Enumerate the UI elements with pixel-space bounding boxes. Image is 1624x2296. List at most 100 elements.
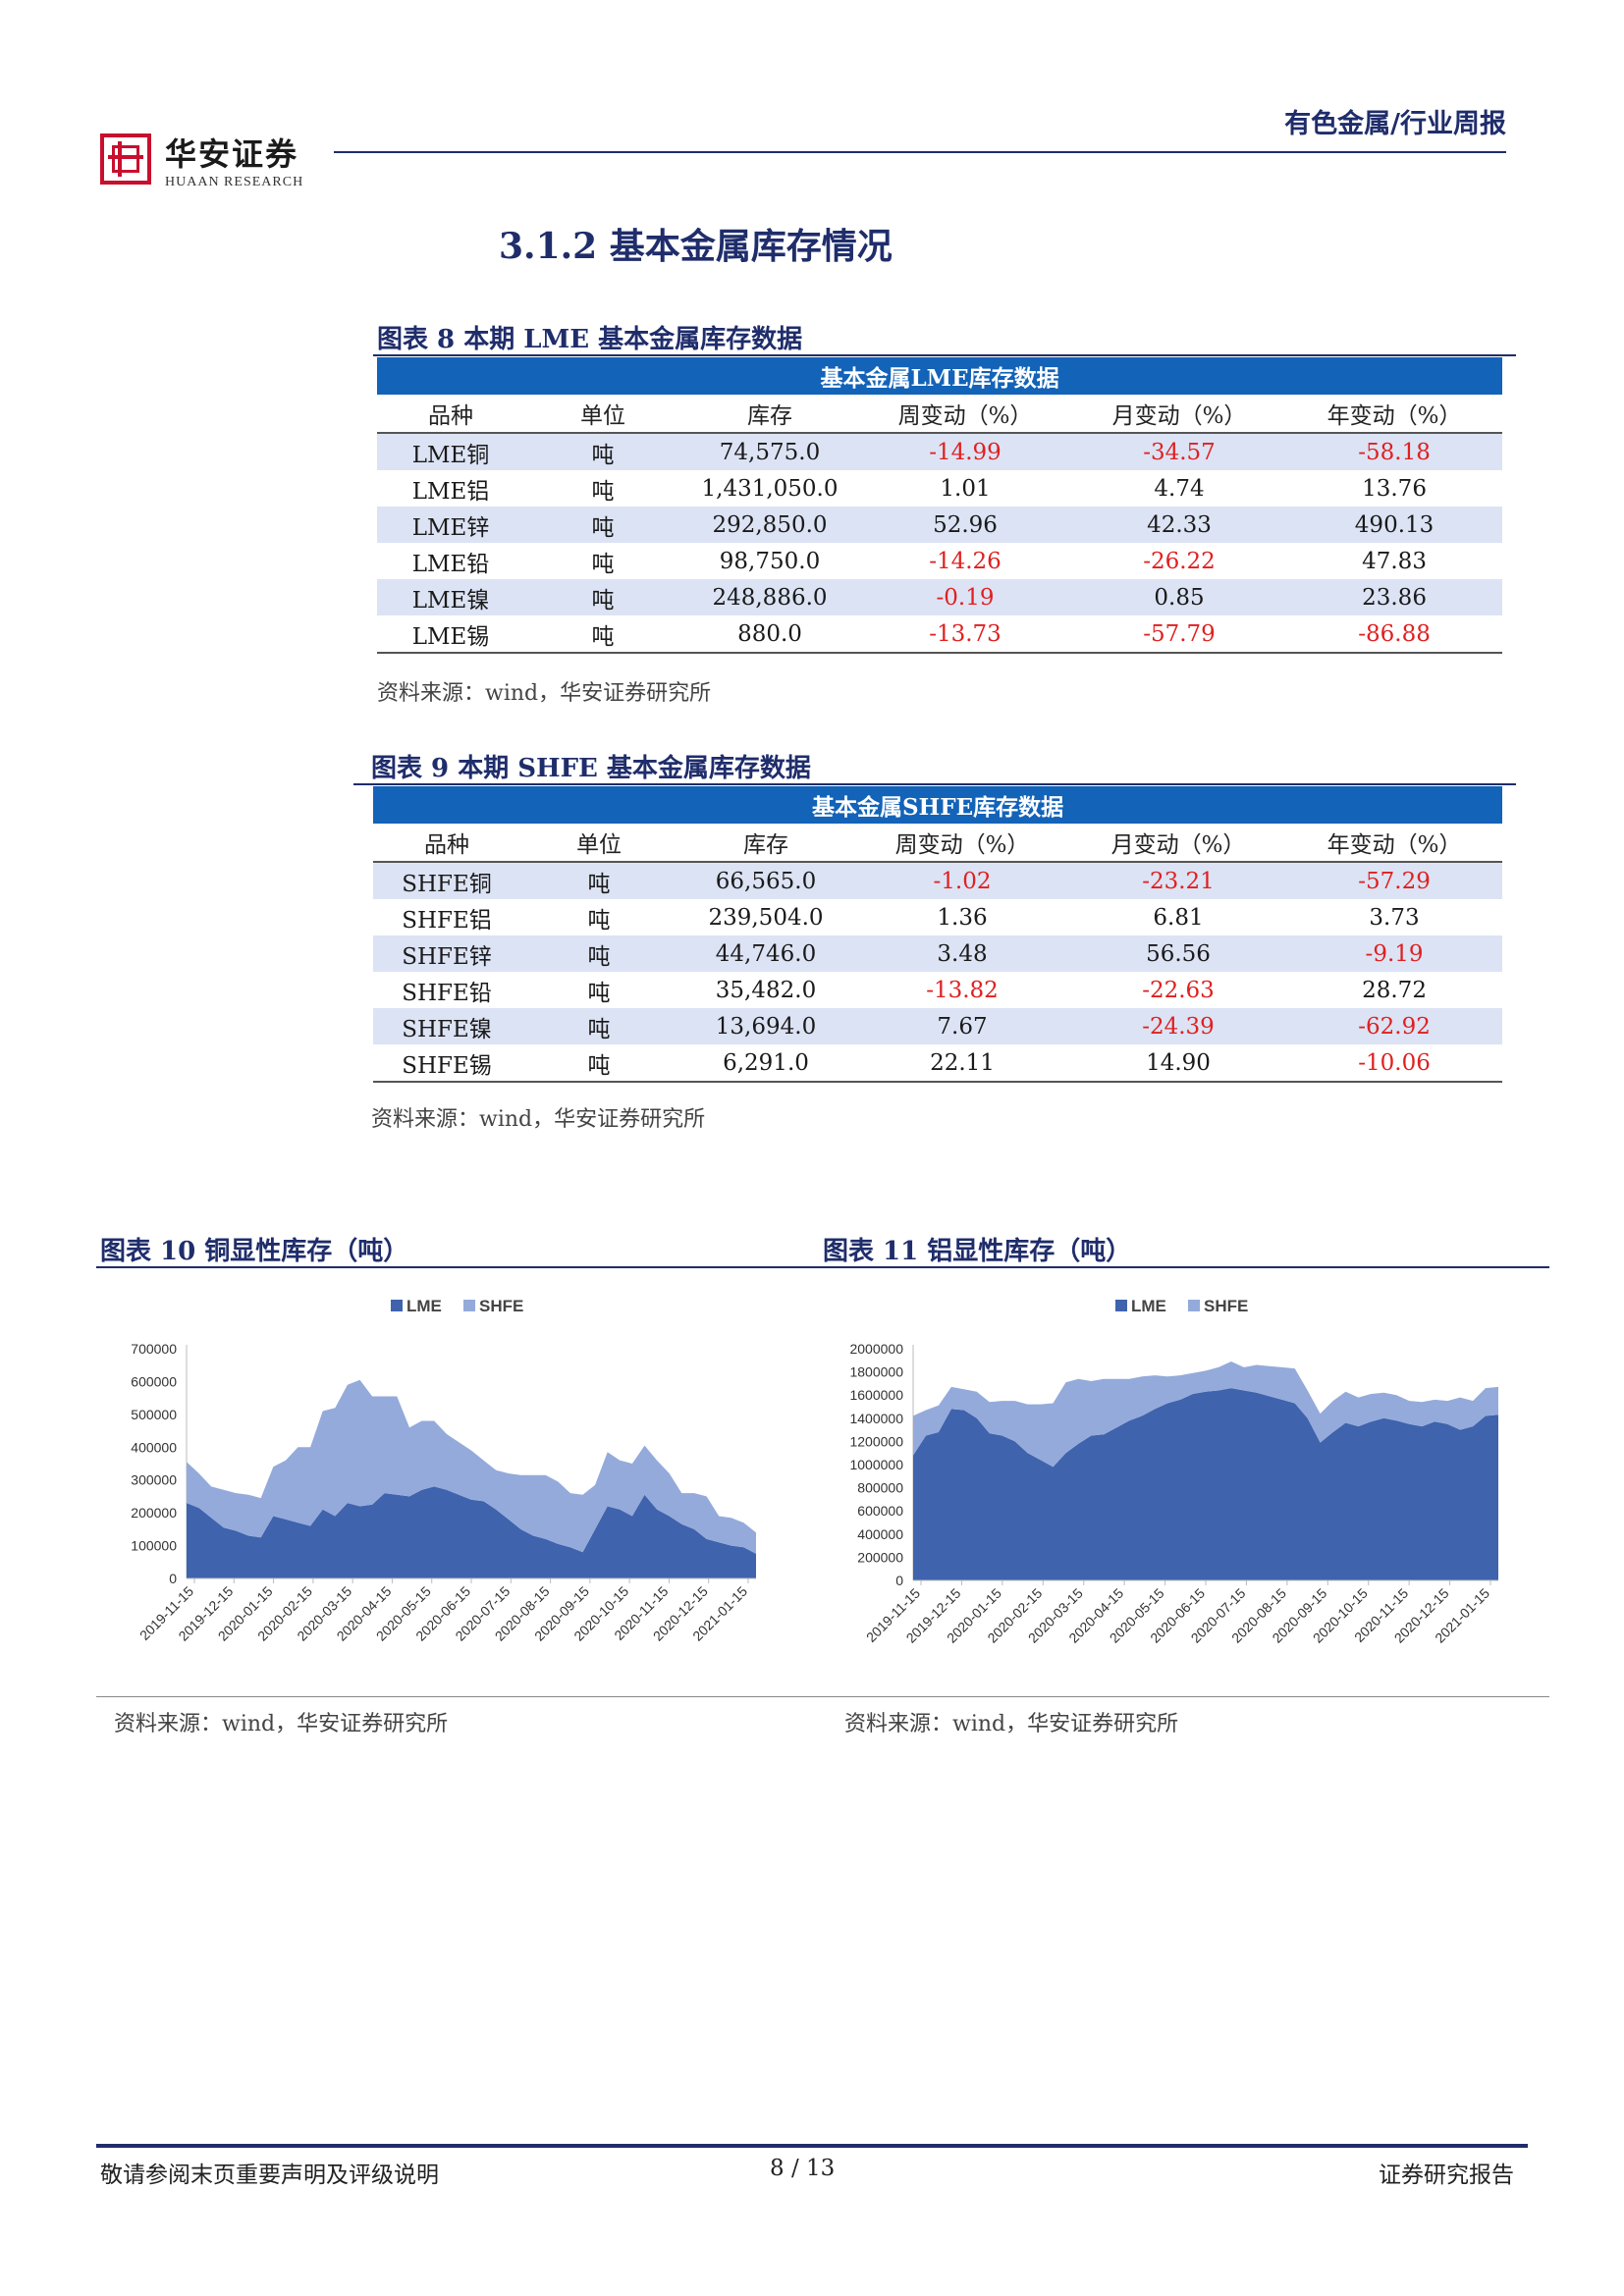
table-cell: -9.19: [1286, 935, 1503, 972]
table-cell: 47.83: [1362, 548, 1427, 574]
table-cell: -13.73: [858, 615, 1072, 654]
footer-divider: [96, 2144, 1528, 2148]
table-row: LME铝 吨 1,431,050.0 1.01 4.74 13.76: [377, 470, 1502, 507]
column-header: 周变动（%）: [858, 395, 1072, 434]
legend-swatch-shfe: [463, 1300, 475, 1311]
table-row: SHFE锡吨 6,291.0 22.11 14.90 -10.06: [373, 1044, 1503, 1083]
table-cell: 6.81: [1153, 904, 1204, 931]
column-header: 月变动（%）: [1072, 395, 1286, 434]
y-tick-label: 800000: [857, 1480, 903, 1496]
shfe-inventory-table: 基本金属SHFE库存数据 品种 单位 库存 周变动（%） 月变动（%） 年变动（%） SHFE…: [373, 786, 1503, 1083]
table-cell: 1.01: [940, 475, 991, 502]
table-row: SHFE锌吨 44,746.0 3.48 56.56 -9.19: [373, 935, 1503, 972]
table-cell: 52.96: [858, 507, 1072, 543]
table-cell: -26.22: [1143, 548, 1216, 574]
table-cell: 吨: [520, 935, 677, 972]
report-category: 有色金属/行业周报: [1284, 109, 1506, 139]
table-cell: -62.92: [1286, 1008, 1503, 1044]
lme-inventory-table: 基本金属LME库存数据 品种 单位 库存 周变动（%） 月变动（%） 年变动（%） LME铜吨…: [377, 357, 1503, 654]
table-cell: LME锌: [377, 507, 524, 543]
table-cell: 吨: [591, 478, 615, 505]
table-cell: -58.18: [1286, 433, 1503, 470]
y-tick-label: 600000: [131, 1373, 177, 1389]
table-cell: 吨: [524, 507, 681, 543]
table-cell: 吨: [587, 907, 611, 934]
table-cell: 吨: [587, 980, 611, 1006]
table-row: SHFE铜吨 66,565.0 -1.02 -23.21 -57.29: [373, 862, 1503, 899]
table-cell: -14.26: [929, 548, 1001, 574]
chart-aluminum-source: 资料来源：wind，华安证券研究所: [844, 1712, 1179, 1736]
table-cell: 44,746.0: [677, 935, 854, 972]
table-row: LME锌吨 292,850.0 52.96 42.33 490.13: [377, 507, 1503, 543]
table-cell: 14.90: [1070, 1044, 1286, 1083]
table-cell: 22.11: [854, 1044, 1070, 1083]
table-cell: -57.29: [1286, 862, 1503, 899]
y-tick-label: 2000000: [849, 1341, 903, 1357]
y-tick-label: 400000: [857, 1526, 903, 1542]
aluminum-inventory-chart: LME SHFE200000018000001600000140000012000…: [849, 1297, 1498, 1646]
table-title: 基本金属LME库存数据: [377, 357, 1503, 395]
y-tick-label: 400000: [131, 1439, 177, 1455]
table-cell: LME镍: [377, 579, 524, 615]
y-tick-label: 1400000: [849, 1411, 903, 1426]
table-cell: 吨: [524, 615, 681, 654]
lme-caption-rule: [373, 354, 1516, 356]
y-tick-label: 600000: [857, 1503, 903, 1519]
table-cell: 3.73: [1369, 904, 1420, 931]
table-row: LME镍吨 248,886.0 -0.19 0.85 23.86: [377, 579, 1503, 615]
table-cell: 0.85: [1072, 579, 1286, 615]
table-cell: 490.13: [1286, 507, 1503, 543]
y-tick-label: 0: [895, 1573, 903, 1588]
column-header: 年变动（%）: [1286, 395, 1503, 434]
table-cell: 66,565.0: [677, 862, 854, 899]
table-cell: 7.67: [854, 1008, 1070, 1044]
table-cell: 28.72: [1362, 977, 1427, 1003]
footer-disclaimer: 敬请参阅末页重要声明及评级说明: [100, 2163, 439, 2188]
table-cell: 13,694.0: [677, 1008, 854, 1044]
table-cell: -86.88: [1286, 615, 1503, 654]
y-tick-label: 200000: [131, 1505, 177, 1521]
legend-label-lme: LME: [406, 1297, 442, 1315]
table-cell: -22.63: [1142, 977, 1215, 1003]
legend-swatch-lme: [391, 1300, 403, 1311]
table-row: LME锡吨 880.0 -13.73 -57.79 -86.88: [377, 615, 1503, 654]
table-cell: -24.39: [1070, 1008, 1286, 1044]
table-cell: 98,750.0: [719, 548, 821, 574]
table-cell: 吨: [520, 862, 677, 899]
column-header: 单位: [524, 395, 681, 434]
table-cell: SHFE镍: [373, 1008, 520, 1044]
table-cell: 4.74: [1154, 475, 1205, 502]
chart-copper-source: 资料来源：wind，华安证券研究所: [114, 1712, 449, 1736]
y-tick-label: 300000: [131, 1472, 177, 1488]
y-tick-label: 200000: [857, 1549, 903, 1565]
y-tick-label: 0: [169, 1571, 177, 1586]
shfe-table-caption: 图表 9 本期 SHFE 基本金属库存数据: [371, 754, 811, 783]
table-cell: 13.76: [1362, 475, 1427, 502]
table-cell: -57.79: [1072, 615, 1286, 654]
y-tick-label: 100000: [131, 1538, 177, 1554]
shfe-caption-rule: [353, 783, 1516, 785]
table-cell: 56.56: [1070, 935, 1286, 972]
table-cell: 42.33: [1072, 507, 1286, 543]
table-cell: -1.02: [854, 862, 1070, 899]
table-cell: 1,431,050.0: [701, 475, 839, 502]
table-cell: 吨: [520, 1008, 677, 1044]
column-header: 库存: [681, 395, 858, 434]
chart-bottom-rule: [96, 1696, 1549, 1697]
table-cell: 292,850.0: [681, 507, 858, 543]
column-header: 库存: [677, 824, 854, 863]
header-divider: [334, 151, 1506, 153]
table-cell: 吨: [591, 551, 615, 577]
table-cell: 3.48: [854, 935, 1070, 972]
chart-aluminum-caption: 图表 11 铝显性库存（吨）: [823, 1237, 1132, 1266]
footer-report-type: 证券研究报告: [1379, 2163, 1514, 2188]
legend-label-lme: LME: [1131, 1297, 1166, 1315]
table-cell: SHFE铝: [402, 907, 492, 934]
y-tick-label: 1800000: [849, 1364, 903, 1380]
legend-swatch-shfe: [1188, 1300, 1200, 1311]
column-header: 品种: [377, 395, 524, 434]
legend-swatch-lme: [1115, 1300, 1127, 1311]
table-cell: LME锡: [377, 615, 524, 654]
y-tick-label: 500000: [131, 1407, 177, 1422]
lme-table-caption: 图表 8 本期 LME 基本金属库存数据: [377, 325, 803, 354]
